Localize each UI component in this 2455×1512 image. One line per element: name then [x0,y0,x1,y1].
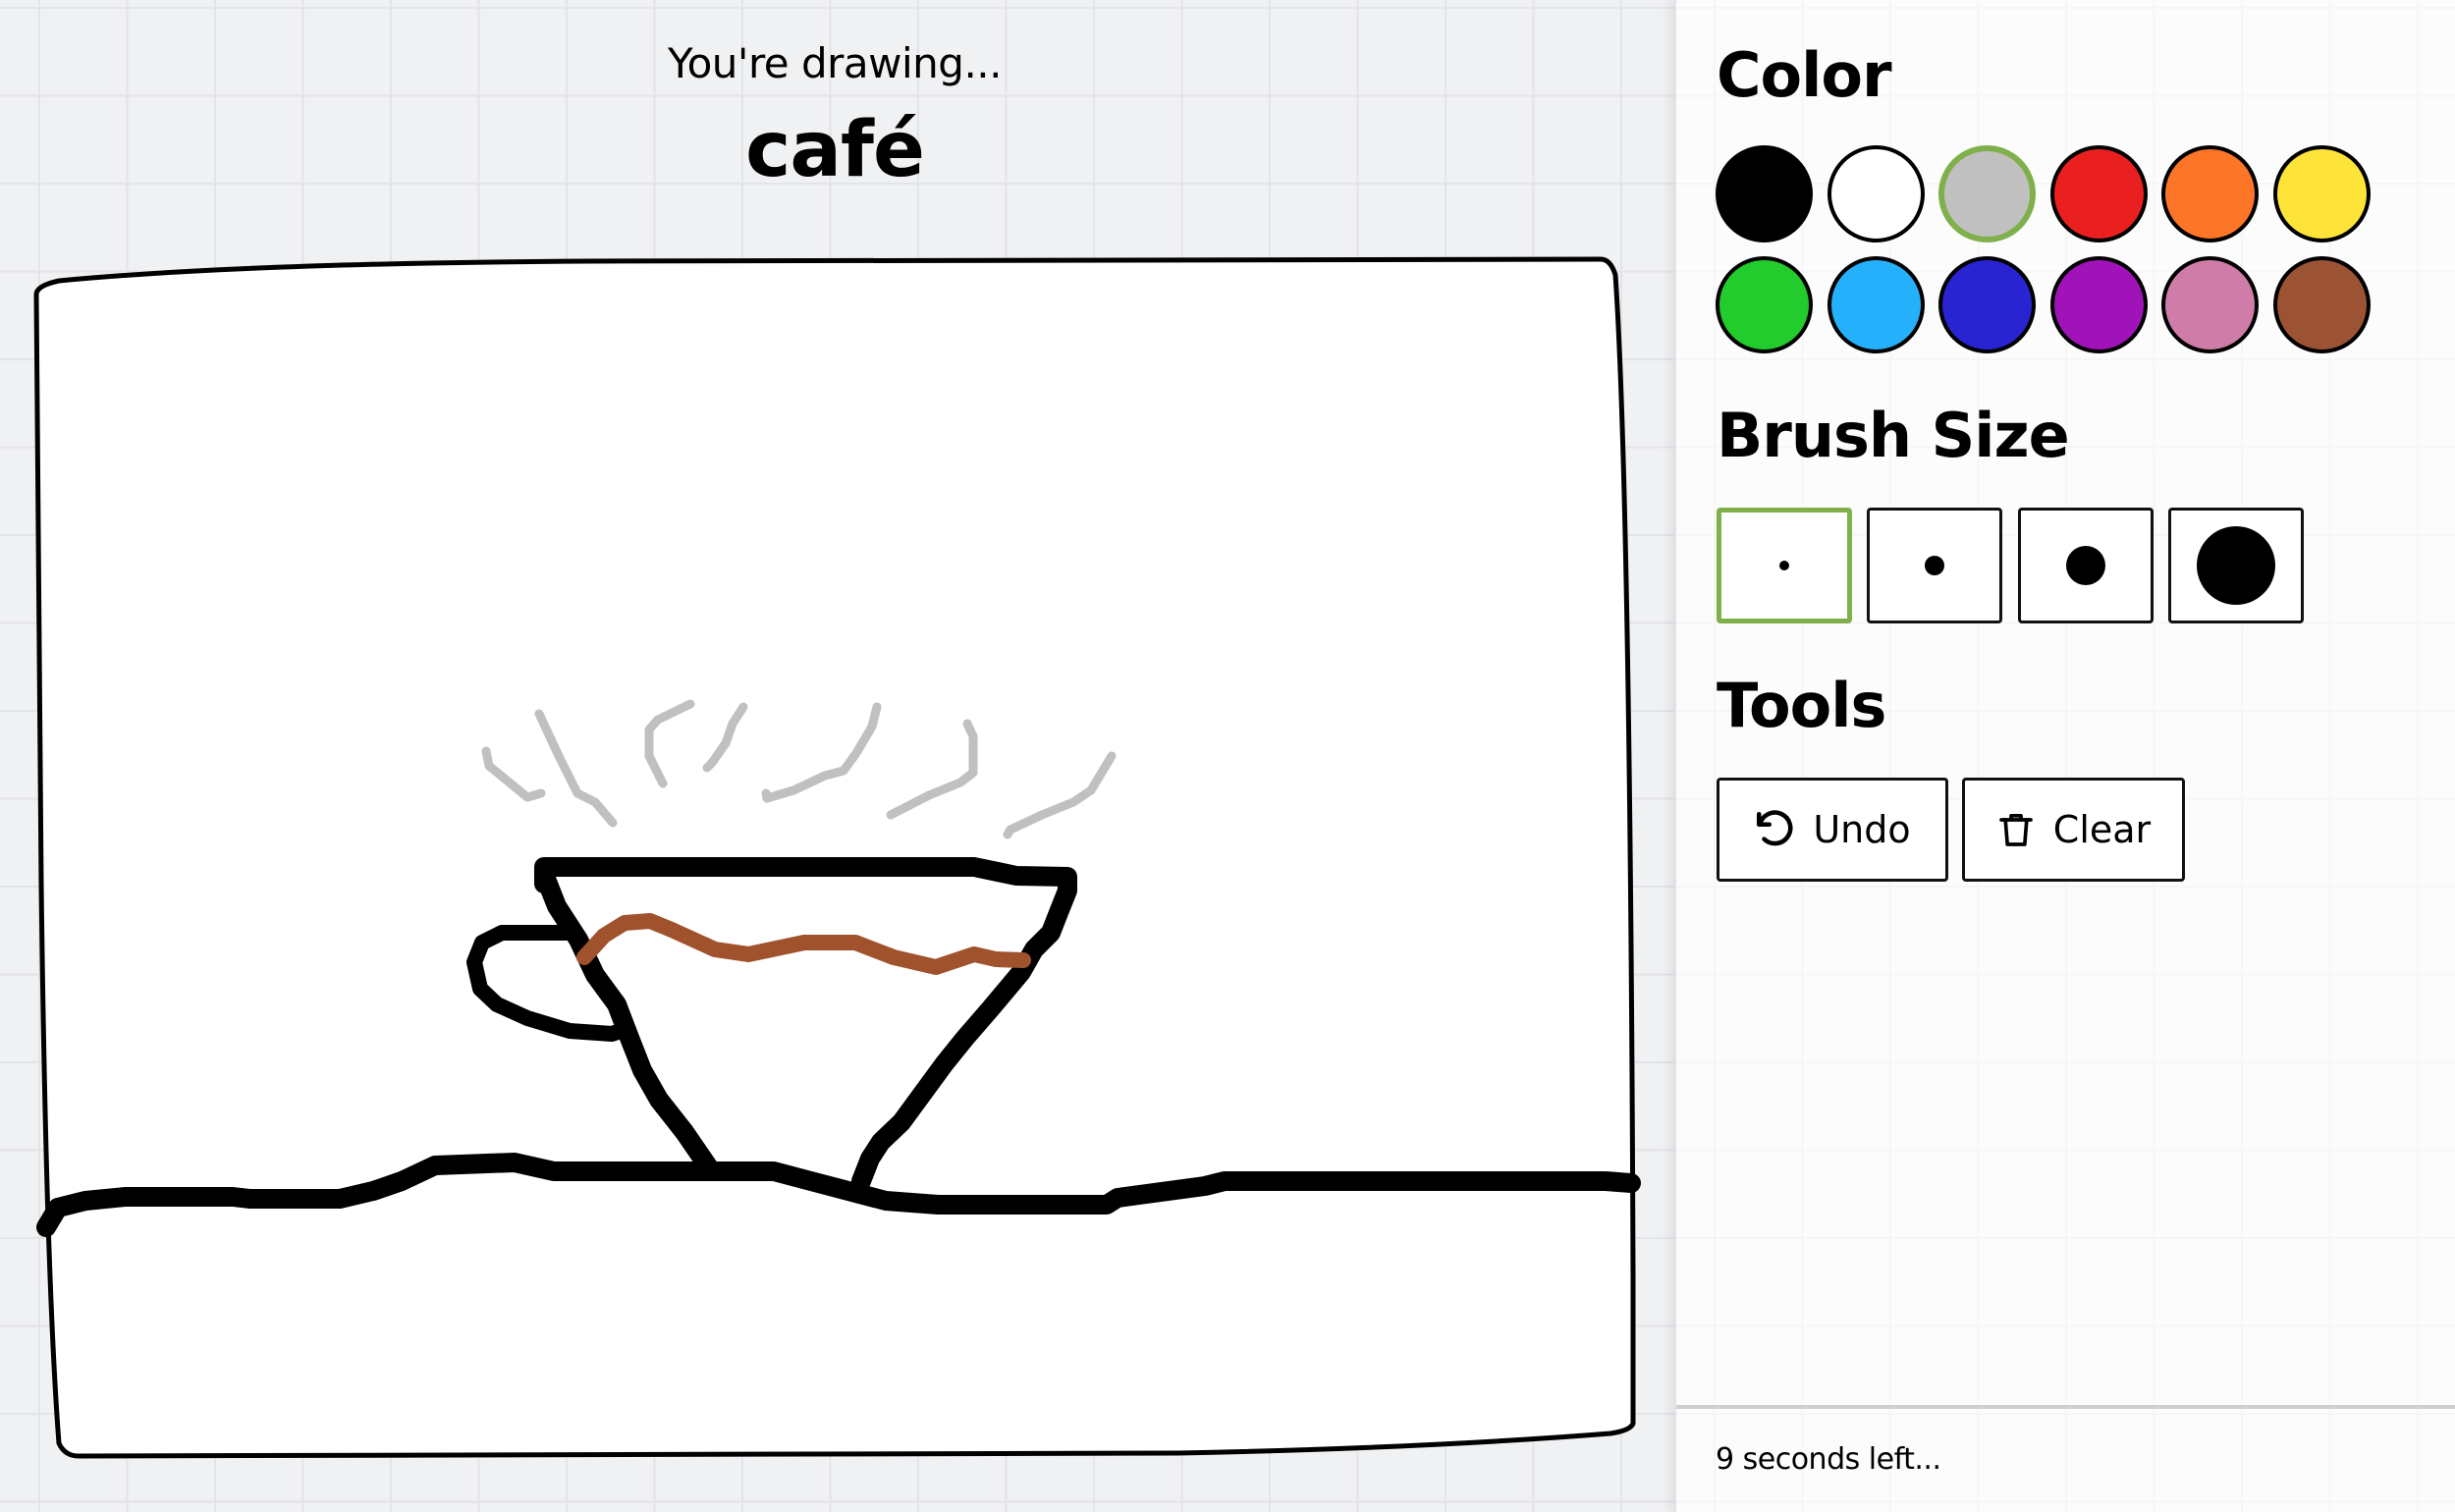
brush-dot-icon [1779,561,1789,570]
brush-size-medium[interactable] [2017,508,2154,623]
color-swatch-orange[interactable] [2161,145,2260,243]
clear-label: Clear [2052,808,2152,851]
drawing-canvas[interactable] [0,0,1674,1512]
brush-size-section-title: Brush Size [1717,400,2070,471]
status-divider [1676,1405,2455,1409]
tools-section-title: Tools [1717,670,1886,741]
undo-button[interactable]: Undo [1717,778,1948,882]
color-swatch-light-blue[interactable] [1827,256,1925,353]
timer-status: 9 seconds left... [1716,1442,1941,1477]
undo-label: Undo [1813,808,1911,851]
color-swatch-red[interactable] [2049,145,2148,243]
color-swatch-gray[interactable] [1938,145,2037,243]
brush-size-large[interactable] [2167,508,2304,623]
undo-icon [1754,809,1795,850]
color-section-title: Color [1717,39,1892,111]
color-swatch-pink[interactable] [2161,256,2260,353]
brush-size-extra-small[interactable] [1717,508,1852,623]
brush-size-small[interactable] [1867,508,2003,623]
brush-dot-icon [2065,546,2105,585]
color-swatch-green[interactable] [1716,256,1813,353]
drawing-area: You're drawing... café [0,0,1674,1512]
color-swatch-purple[interactable] [2049,256,2148,353]
color-swatch-yellow[interactable] [2273,145,2371,243]
color-swatch-white[interactable] [1827,145,1925,243]
color-swatch-brown[interactable] [2273,256,2371,353]
brush-dot-icon [1925,556,1945,575]
trash-icon [1996,809,2036,850]
color-swatch-blue[interactable] [1938,256,2037,353]
clear-button[interactable]: Clear [1962,778,2185,882]
brush-dot-icon [2196,526,2275,605]
sidebar: Color Brush Size Tools Undo Clear 9 seco… [1674,0,2455,1512]
color-swatch-black[interactable] [1716,145,1813,243]
